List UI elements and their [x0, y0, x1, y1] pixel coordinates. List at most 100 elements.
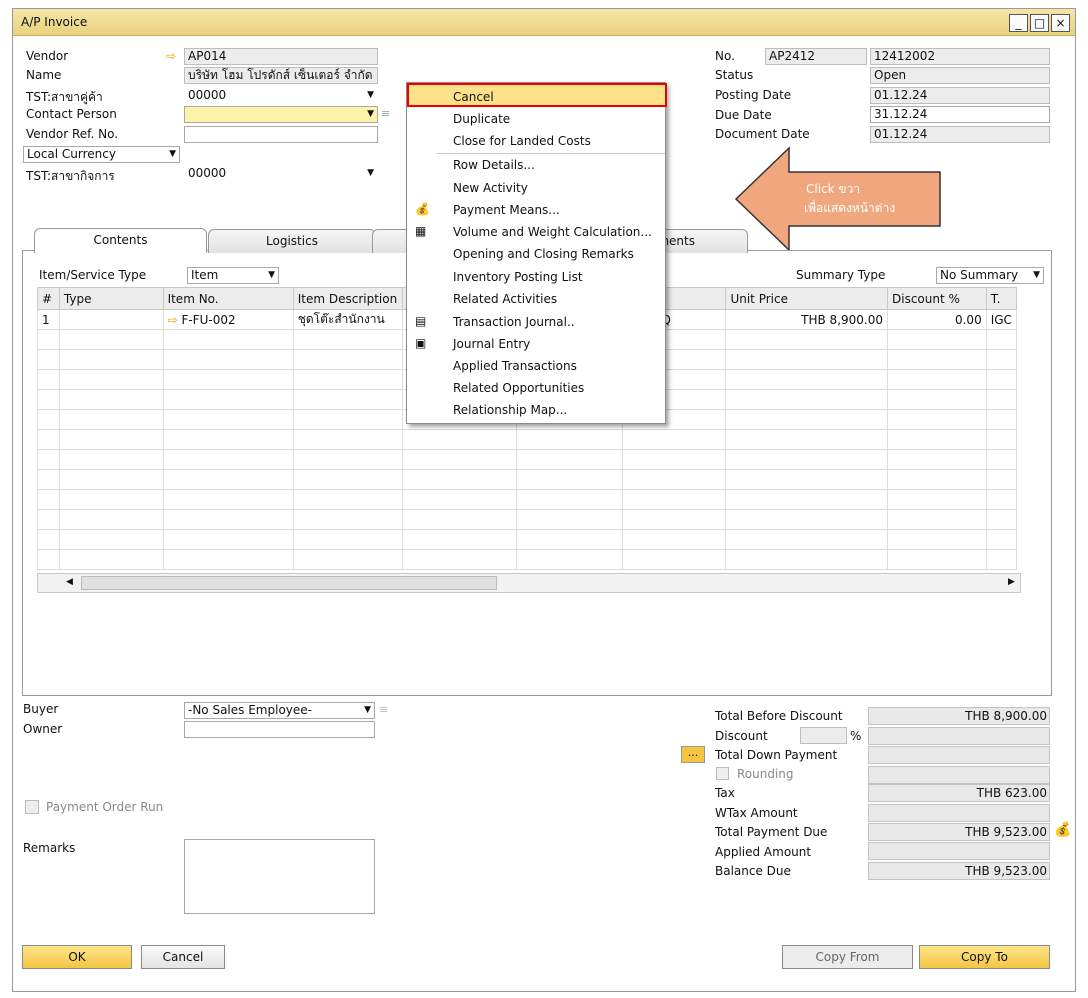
row-cell[interactable] [725, 489, 888, 510]
row-cell[interactable] [725, 369, 888, 390]
row-cell[interactable] [292, 349, 404, 370]
row-cell[interactable] [622, 469, 727, 490]
row-cell[interactable] [37, 509, 60, 530]
row-cell[interactable] [37, 409, 60, 430]
scroll-right-icon[interactable]: ▶ [1008, 577, 1015, 587]
row-cell[interactable] [292, 469, 404, 490]
row-cell[interactable] [985, 329, 1018, 350]
row-cell[interactable] [622, 429, 727, 450]
row-cell[interactable] [887, 409, 987, 430]
menu-item[interactable]: Inventory Posting List [453, 270, 583, 284]
row-cell[interactable] [292, 429, 404, 450]
table-row[interactable] [37, 529, 1018, 550]
menu-item[interactable]: Opening and Closing Remarks [453, 247, 634, 261]
row-cell[interactable] [58, 389, 164, 410]
row-cell[interactable] [515, 489, 624, 510]
menu-item[interactable]: Close for Landed Costs [453, 134, 591, 148]
currency-select[interactable]: Local Currency ▼ [23, 146, 180, 163]
row-cell[interactable] [58, 469, 164, 490]
name-field[interactable]: บริษัท โฮม โปรดักส์ เซ็นเตอร์ จำกัด [184, 67, 378, 84]
rounding-checkbox[interactable] [716, 767, 729, 780]
row-cell[interactable] [292, 449, 404, 470]
row-cell[interactable] [37, 449, 60, 470]
menu-item[interactable]: Related Opportunities [453, 381, 584, 395]
row-cell[interactable] [162, 429, 294, 450]
row-cell[interactable] [37, 469, 60, 490]
row-cell[interactable] [887, 449, 987, 470]
scrollbar-thumb[interactable] [81, 576, 497, 590]
row-unit-price[interactable]: THB 8,900.00 [725, 309, 888, 330]
vendor-field[interactable]: AP014 [184, 48, 378, 65]
row-cell[interactable] [58, 409, 164, 430]
row-description[interactable]: ชุดโต๊ะสำนักงาน [292, 309, 404, 330]
row-cell[interactable] [985, 509, 1018, 530]
row-cell[interactable] [985, 549, 1018, 570]
row-discount[interactable]: 0.00 [887, 309, 987, 330]
table-row[interactable] [37, 429, 1018, 450]
row-cell[interactable] [985, 429, 1018, 450]
payment-order-checkbox[interactable] [25, 800, 39, 814]
row-cell[interactable] [985, 489, 1018, 510]
row-cell[interactable] [515, 549, 624, 570]
summary-type-select[interactable]: No Summary ▼ [936, 267, 1044, 284]
row-cell[interactable] [292, 489, 404, 510]
row-cell[interactable] [402, 489, 517, 510]
row-cell[interactable] [162, 489, 294, 510]
row-cell[interactable] [887, 389, 987, 410]
row-cell[interactable] [292, 509, 404, 530]
row-cell[interactable] [292, 409, 404, 430]
row-cell[interactable] [37, 369, 60, 390]
row-cell[interactable] [162, 389, 294, 410]
row-cell[interactable] [58, 509, 164, 530]
row-cell[interactable] [37, 389, 60, 410]
row-cell[interactable] [162, 529, 294, 550]
buyer-select[interactable]: -No Sales Employee- ▼ [184, 702, 375, 719]
row-cell[interactable] [58, 449, 164, 470]
row-cell[interactable] [402, 429, 517, 450]
document-date-field[interactable]: 01.12.24 [870, 126, 1050, 143]
row-cell[interactable] [402, 549, 517, 570]
vendor-ref-field[interactable] [184, 126, 378, 143]
menu-item[interactable]: Related Activities [453, 292, 557, 306]
menu-item[interactable]: Row Details... [453, 158, 535, 172]
ok-button[interactable]: OK [22, 945, 132, 969]
contact-person-select[interactable]: ▼ [184, 106, 378, 123]
table-row[interactable] [37, 449, 1018, 470]
row-cell[interactable] [162, 369, 294, 390]
row-cell[interactable] [622, 549, 727, 570]
row-cell[interactable] [887, 329, 987, 350]
copy-to-button[interactable]: Copy To [919, 945, 1050, 969]
row-cell[interactable] [725, 449, 888, 470]
row-cell[interactable] [725, 429, 888, 450]
row-cell[interactable] [58, 369, 164, 390]
row-cell[interactable] [622, 529, 727, 550]
row-cell[interactable] [162, 329, 294, 350]
column-header[interactable]: # [37, 287, 60, 310]
row-cell[interactable] [162, 469, 294, 490]
row-cell[interactable] [515, 529, 624, 550]
menu-item-cancel-highlight[interactable] [407, 83, 667, 107]
row-cell[interactable] [37, 489, 60, 510]
row-cell[interactable] [985, 409, 1018, 430]
item-type-select[interactable]: Item ▼ [187, 267, 279, 284]
row-cell[interactable] [887, 509, 987, 530]
row-cell[interactable] [515, 429, 624, 450]
row-cell[interactable] [887, 549, 987, 570]
menu-item[interactable]: Duplicate [453, 112, 510, 126]
table-row[interactable] [37, 509, 1018, 530]
row-cell[interactable] [58, 549, 164, 570]
row-cell[interactable] [887, 469, 987, 490]
row-cell[interactable] [58, 429, 164, 450]
doc-number-field[interactable]: 12412002 [870, 48, 1050, 65]
menu-item[interactable]: Relationship Map... [453, 403, 567, 417]
row-cell[interactable] [292, 529, 404, 550]
row-cell[interactable] [37, 529, 60, 550]
row-item-no[interactable]: ⇨ F-FU-002 [162, 309, 294, 330]
info-icon[interactable]: ≡ [381, 107, 390, 120]
column-header[interactable]: T. [985, 287, 1018, 310]
column-header[interactable]: Item Description [292, 287, 404, 310]
row-cell[interactable] [402, 509, 517, 530]
row-cell[interactable] [887, 489, 987, 510]
close-button[interactable]: × [1051, 14, 1070, 32]
row-cell[interactable] [37, 549, 60, 570]
